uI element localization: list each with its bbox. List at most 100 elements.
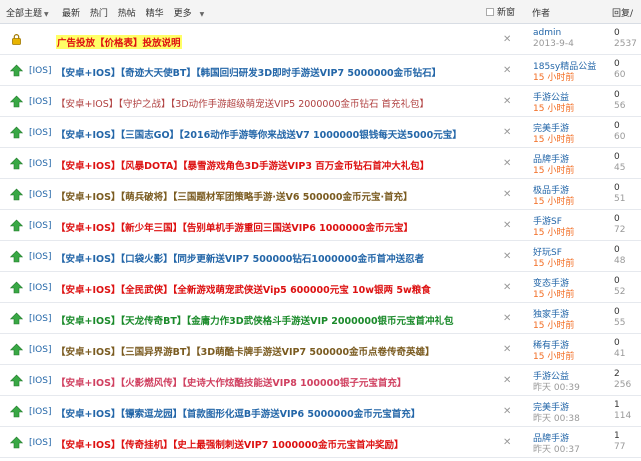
thread-replies: 2 [614, 369, 620, 379]
thread-replies: 1 [614, 400, 620, 410]
thread-views: 48 [614, 256, 626, 266]
thread-views: 256 [614, 380, 632, 390]
thread-up-arrow-icon [10, 188, 23, 201]
thread-up-arrow-icon [10, 250, 23, 263]
chevron-down-icon: ▼ [199, 11, 205, 18]
thread-replies: 0 [614, 121, 620, 131]
filter-digest[interactable]: 精华 [146, 9, 164, 19]
thread-tag[interactable]: [IOS] [29, 407, 51, 417]
thread-tag[interactable]: [IOS] [29, 438, 51, 448]
thread-views: 52 [614, 287, 626, 297]
thread-up-arrow-icon [10, 219, 23, 232]
thread-title-link[interactable]: 【安卓+IOS】【风暴DOTA】【暴雪游戏角色3D手游送VIP3 百万金币钻石首… [56, 158, 429, 172]
forum-thread-list: 全部主题 ▼ 最新 热门 热帖 精华 更多 ▼ 新窗 作者 回复/ 广告投放【价格表… [0, 0, 641, 461]
close-icon[interactable]: ✕ [503, 406, 511, 417]
new-window-checkbox[interactable] [486, 7, 494, 16]
close-icon[interactable]: ✕ [503, 34, 511, 45]
thread-tag[interactable]: [IOS] [29, 376, 51, 386]
thread-up-arrow-icon [10, 95, 23, 108]
filter-more[interactable]: 更多 ▼ [174, 9, 212, 19]
close-icon[interactable]: ✕ [503, 344, 511, 355]
close-icon[interactable]: ✕ [503, 437, 511, 448]
thread-time: 昨天 00:38 [533, 414, 580, 424]
thread-time: 15 小时前 [533, 197, 575, 207]
thread-tag[interactable]: [IOS] [29, 97, 51, 107]
reply-column-header: 回复/ [612, 9, 634, 19]
close-icon[interactable]: ✕ [503, 65, 511, 76]
thread-replies: 0 [614, 152, 620, 162]
thread-title-link[interactable]: 【安卓+IOS】【守护之战】【3D动作手游超级萌宠送VIP5 2000000金币… [56, 96, 429, 110]
thread-tag[interactable]: [IOS] [29, 128, 51, 138]
thread-title-link[interactable]: 【安卓+IOS】【三国异界游BT】【3D萌酷卡牌手游送VIP7 500000金币… [56, 344, 435, 358]
close-icon[interactable]: ✕ [503, 313, 511, 324]
thread-replies: 0 [614, 214, 620, 224]
thread-tag[interactable]: [IOS] [29, 345, 51, 355]
close-icon[interactable]: ✕ [503, 96, 511, 107]
thread-time: 15 小时前 [533, 73, 575, 83]
table-row: [IOS] 【安卓+IOS】【萌兵破将】【三国题材军团策略手游·送V6 50000… [0, 179, 641, 210]
close-icon[interactable]: ✕ [503, 375, 511, 386]
thread-replies: 0 [614, 276, 620, 286]
thread-title-link[interactable]: 【安卓+IOS】【新少年三国】【告别单机手游重回三国送VIP6 1000000金… [56, 220, 413, 234]
thread-tag[interactable]: [IOS] [29, 159, 51, 169]
all-topics-dropdown[interactable]: 全部主题 ▼ [6, 6, 49, 19]
filter-more-label: 更多 [173, 9, 192, 19]
close-icon[interactable]: ✕ [503, 251, 511, 262]
ad-time: 2013-9-4 [533, 39, 574, 49]
thread-up-arrow-icon [10, 312, 23, 325]
thread-up-arrow-icon [10, 64, 23, 77]
new-window-toggle[interactable]: 新窗 [486, 5, 515, 18]
thread-title-link[interactable]: 【安卓+IOS】【三国志GO】【2016动作手游等你来战送V7 1000000银… [56, 127, 462, 141]
close-icon[interactable]: ✕ [503, 220, 511, 231]
thread-tag[interactable]: [IOS] [29, 190, 51, 200]
thread-tag[interactable]: [IOS] [29, 314, 51, 324]
ad-author[interactable]: admin [533, 28, 561, 38]
table-row: [IOS] 【安卓+IOS】【三国志GO】【2016动作手游等你来战送V7 100… [0, 117, 641, 148]
thread-title-link[interactable]: 【安卓+IOS】【传奇挂机】【史上最强制刺送VIP7 1000000金币元宝首冲… [56, 437, 403, 451]
thread-replies: 0 [614, 90, 620, 100]
thread-title-link[interactable]: 【安卓+IOS】【奇迹大天使BT】【韩国回归研发3D即时手游送VIP7 5000… [56, 65, 441, 79]
thread-title-link[interactable]: 【安卓+IOS】【口袋火影】【同步更新送VIP7 500000钻石1000000… [56, 251, 424, 265]
thread-title-link[interactable]: 【安卓+IOS】【镖索逗龙园】【首款图形化逗B手游送VIP6 5000000金币… [56, 406, 420, 420]
filter-latest[interactable]: 最新 [62, 9, 80, 19]
table-row: [IOS] 【安卓+IOS】【风暴DOTA】【暴雪游戏角色3D手游送VIP3 百万… [0, 148, 641, 179]
thread-title-link[interactable]: 【安卓+IOS】【火影燃风传】【史诗大作炫酷技能送VIP8 100000银子元宝… [56, 375, 406, 389]
thread-up-arrow-icon [10, 405, 23, 418]
close-icon[interactable]: ✕ [503, 158, 511, 169]
thread-title-link[interactable]: 【安卓+IOS】【萌兵破将】【三国题材军团策略手游·送V6 500000金币元宝… [56, 189, 413, 203]
thread-replies: 0 [614, 338, 620, 348]
thread-views: 114 [614, 411, 632, 421]
thread-tag[interactable]: [IOS] [29, 221, 51, 231]
thread-views: 60 [614, 70, 626, 80]
table-row: [IOS] 【安卓+IOS】【镖索逗龙园】【首款图形化逗B手游送VIP6 5000… [0, 396, 641, 427]
thread-time: 15 小时前 [533, 259, 575, 269]
ad-title-link[interactable]: 广告投放【价格表】投放说明 [56, 35, 182, 49]
close-icon[interactable]: ✕ [503, 189, 511, 200]
thread-up-arrow-icon [10, 343, 23, 356]
thread-up-arrow-icon [10, 126, 23, 139]
thread-views: 55 [614, 318, 626, 328]
table-row: [IOS] 【安卓+IOS】【奇迹大天使BT】【韩国回归研发3D即时手游送VIP7… [0, 55, 641, 86]
new-window-label: 新窗 [497, 8, 516, 18]
table-row: [IOS] 【安卓+IOS】【全民武侠】【全新游戏萌宠武侠送Vip5 600000… [0, 272, 641, 303]
thread-up-arrow-icon [10, 374, 23, 387]
filter-hot[interactable]: 热门 [90, 9, 108, 19]
thread-views: 56 [614, 101, 626, 111]
thread-replies: 1 [614, 431, 620, 441]
table-row: [IOS] 【安卓+IOS】【天龙传奇BT】【金庸力作3D武侠格斗手游送VIP 2… [0, 303, 641, 334]
thread-title-link[interactable]: 【安卓+IOS】【全民武侠】【全新游戏萌宠武侠送Vip5 600000元宝 10… [56, 282, 431, 296]
thread-views: 77 [614, 442, 626, 452]
filter-hot-posts[interactable]: 热帖 [118, 9, 136, 19]
close-icon[interactable]: ✕ [503, 127, 511, 138]
thread-views: 60 [614, 132, 626, 142]
thread-tag[interactable]: [IOS] [29, 252, 51, 262]
ad-views: 2537 [614, 39, 637, 49]
lock-icon [12, 34, 21, 45]
thread-title-link[interactable]: 【安卓+IOS】【天龙传奇BT】【金庸力作3D武侠格斗手游送VIP 200000… [56, 313, 454, 327]
table-row: [IOS] 【安卓+IOS】【火影燃风传】【史诗大作炫酷技能送VIP8 10000… [0, 365, 641, 396]
thread-views: 72 [614, 225, 626, 235]
thread-tag[interactable]: [IOS] [29, 283, 51, 293]
thread-tag[interactable]: [IOS] [29, 66, 51, 76]
close-icon[interactable]: ✕ [503, 282, 511, 293]
thread-time: 昨天 00:37 [533, 445, 580, 455]
